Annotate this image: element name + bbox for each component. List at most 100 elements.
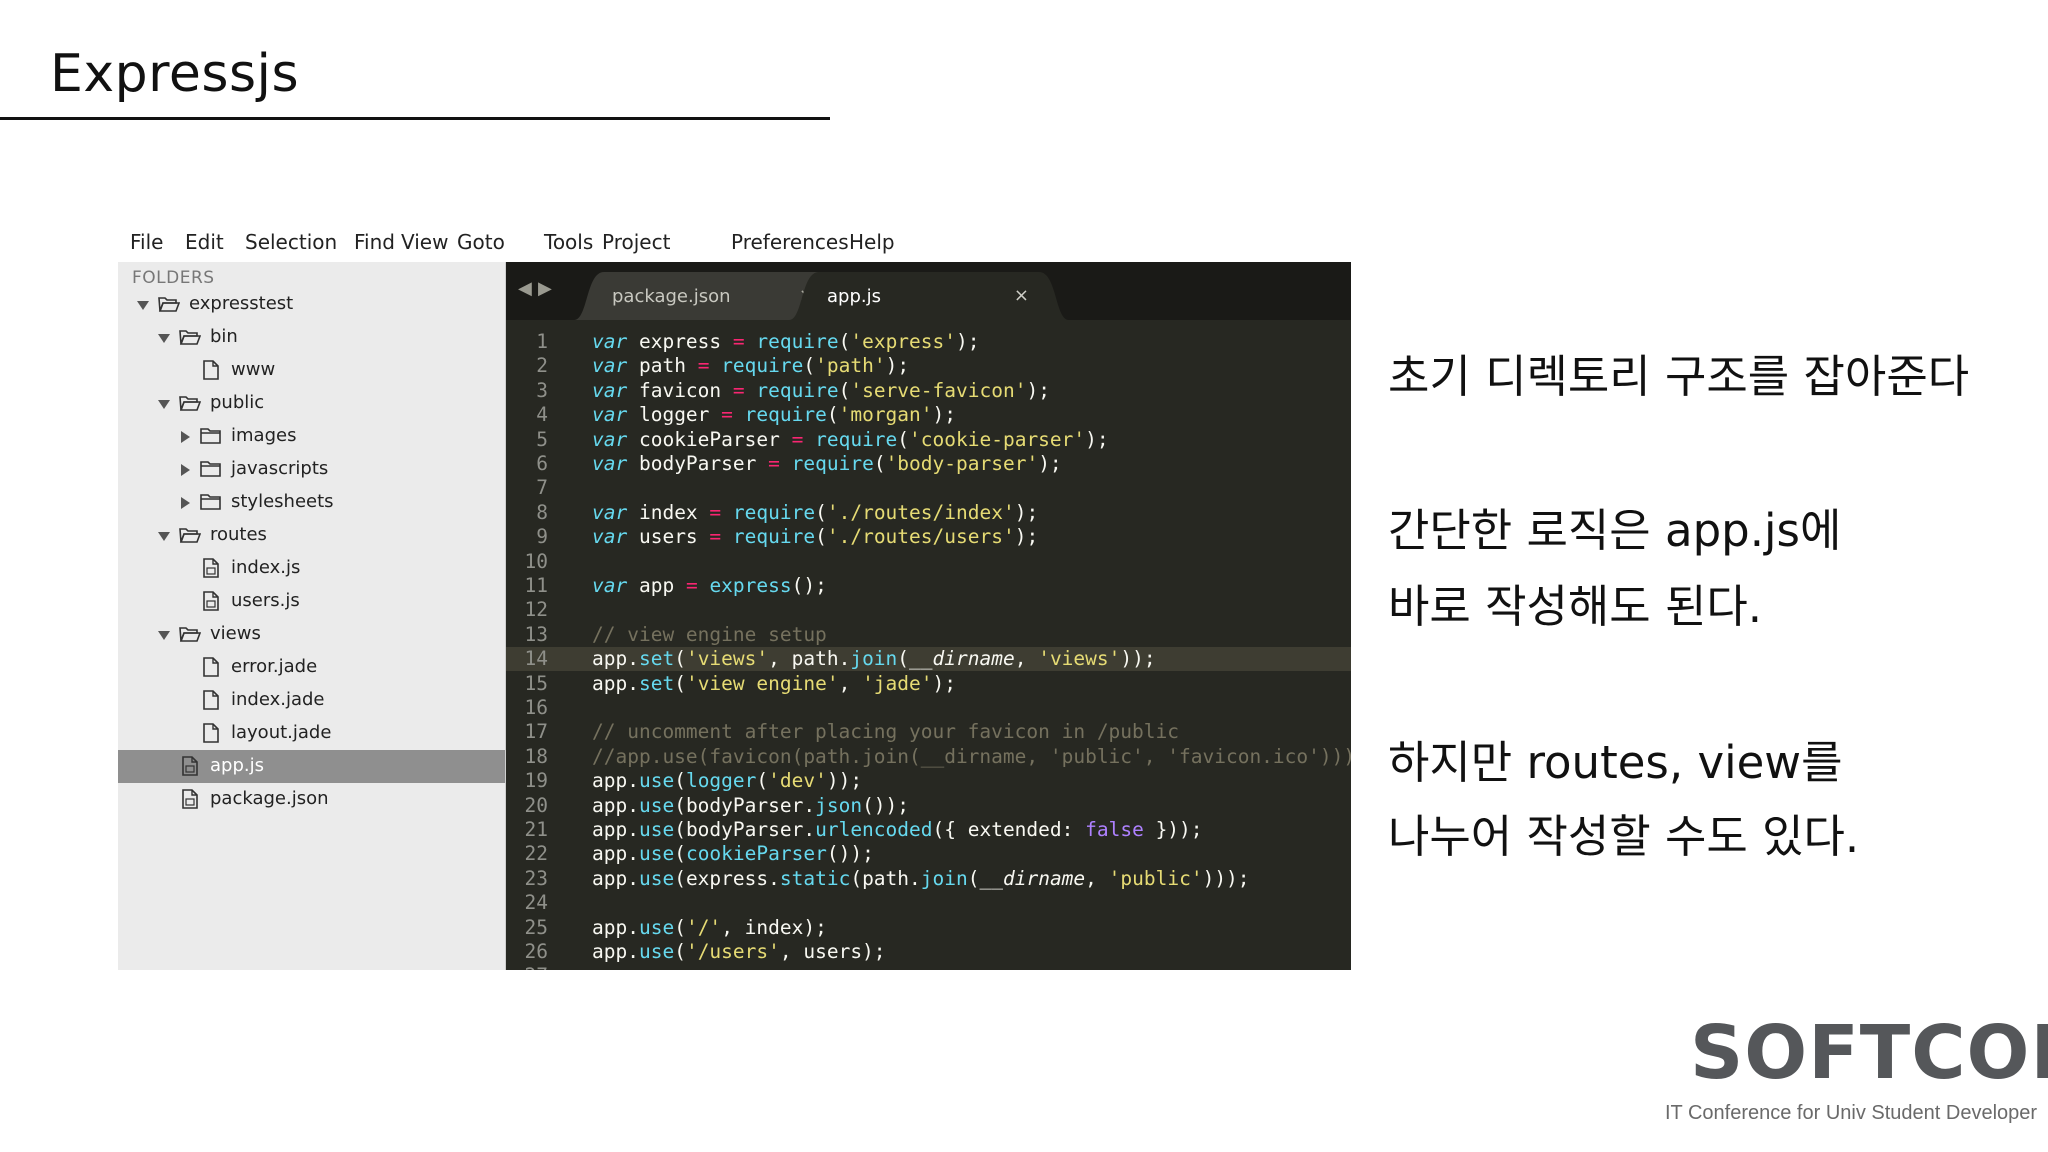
line-number: 14	[524, 647, 548, 671]
tree-item-label: error.jade	[231, 656, 318, 677]
code-line: 21 app.use(bodyParser.urlencoded({ extend…	[506, 818, 1351, 842]
code-line: 12	[506, 598, 1351, 622]
note-line-3: 바로 작성해도 된다.	[1388, 580, 1763, 633]
code-line: 22 app.use(cookieParser());	[506, 842, 1351, 866]
menu-edit[interactable]: Edit	[185, 230, 224, 254]
code-line: 6 var bodyParser = require('body-parser')…	[506, 452, 1351, 476]
folder-icon	[200, 426, 222, 446]
menu-find[interactable]: Find	[354, 230, 395, 254]
line-number: 10	[524, 549, 548, 573]
disclosure-open-icon[interactable]	[136, 296, 150, 310]
code-text: app.use(bodyParser.urlencoded({ extended…	[592, 818, 1203, 841]
line-number: 13	[524, 622, 548, 646]
tab-prev-arrow-icon[interactable]: ◀	[518, 278, 532, 299]
tree-item-app-js[interactable]: app.js	[118, 750, 505, 783]
sidebar: FOLDERS expresstest bin www public images jav…	[118, 262, 506, 970]
menu-project[interactable]: Project	[602, 230, 670, 254]
code-line: 19 app.use(logger('dev'));	[506, 769, 1351, 793]
tree-item-label: app.js	[210, 755, 264, 776]
tab-next-arrow-icon[interactable]: ▶	[538, 278, 552, 299]
code-line: 11 var app = express();	[506, 574, 1351, 598]
line-number: 12	[524, 598, 548, 622]
tree-item-bin[interactable]: bin	[118, 321, 505, 354]
menu-help[interactable]: Help	[849, 230, 895, 254]
code-editor[interactable]: 1 var express = require('express'); 2 var p…	[506, 320, 1351, 970]
code-line: 18 //app.use(favicon(path.join(__dirname,…	[506, 745, 1351, 769]
disclosure-open-icon[interactable]	[157, 329, 171, 343]
menu-view[interactable]: View	[401, 230, 448, 254]
line-number: 5	[536, 427, 548, 451]
tree-item-javascripts[interactable]: javascripts	[118, 453, 505, 486]
disclosure-closed-icon[interactable]	[178, 494, 192, 509]
tree-item-www[interactable]: www	[118, 354, 505, 387]
disclosure-closed-icon[interactable]	[178, 428, 192, 443]
code-text: var favicon = require('serve-favicon');	[592, 378, 1050, 402]
script-file-icon	[200, 591, 222, 611]
tab-close-icon[interactable]: ×	[1014, 285, 1029, 306]
code-text: var app = express();	[592, 574, 827, 597]
file-icon	[200, 690, 222, 710]
code-line: 17 // uncomment after placing your favico…	[506, 720, 1351, 744]
folder-open-icon	[179, 525, 202, 545]
menu-file[interactable]: File	[130, 230, 163, 254]
title-underline	[0, 117, 830, 120]
tree-item-label: users.js	[231, 590, 300, 611]
tree-item-label: javascripts	[231, 458, 329, 479]
disclosure-open-icon[interactable]	[157, 527, 171, 541]
tree-item-expresstest[interactable]: expresstest	[118, 288, 505, 321]
code-line: 5 var cookieParser = require('cookie-pars…	[506, 428, 1351, 452]
code-line: 25 app.use('/', index);	[506, 916, 1351, 940]
tree-item-label: stylesheets	[231, 491, 334, 512]
code-line: 7	[506, 476, 1351, 500]
code-text: var bodyParser = require('body-parser');	[592, 452, 1062, 475]
file-icon	[200, 723, 222, 743]
menu-preferences[interactable]: Preferences	[731, 230, 849, 254]
code-text: app.use('/users', users);	[592, 940, 886, 963]
tree-item-layout-jade[interactable]: layout.jade	[118, 717, 505, 750]
tree-item-stylesheets[interactable]: stylesheets	[118, 486, 505, 519]
tree-item-label: layout.jade	[231, 722, 332, 743]
tree-item-routes[interactable]: routes	[118, 519, 505, 552]
tree-item-label: public	[210, 392, 265, 413]
tree-item-public[interactable]: public	[118, 387, 505, 420]
menu-tools[interactable]: Tools	[544, 230, 593, 254]
tree-item-label: views	[210, 623, 261, 644]
disclosure-open-icon[interactable]	[157, 626, 171, 640]
code-line: 8 var index = require('./routes/index');	[506, 501, 1351, 525]
code-line: 16	[506, 696, 1351, 720]
script-file-icon	[179, 789, 201, 809]
tab-app-js[interactable]: app.js ×	[789, 272, 1069, 320]
tree-item-views[interactable]: views	[118, 618, 505, 651]
menu-goto[interactable]: Goto	[457, 230, 505, 254]
tree-item-package-json[interactable]: package.json	[118, 783, 505, 816]
tree-item-index-jade[interactable]: index.jade	[118, 684, 505, 717]
code-text: var index = require('./routes/index');	[592, 500, 1039, 524]
code-text: var users = require('./routes/users');	[592, 525, 1039, 549]
slide-title: Expressjs	[50, 44, 300, 104]
tree-item-error-jade[interactable]: error.jade	[118, 651, 505, 684]
file-icon	[200, 360, 222, 380]
code-text: var express = require('express');	[592, 330, 980, 353]
code-line: 23 app.use(express.static(path.join(__dir…	[506, 867, 1351, 891]
tree-item-index-js[interactable]: index.js	[118, 552, 505, 585]
code-line: 13 // view engine setup	[506, 623, 1351, 647]
folder-open-icon	[179, 327, 202, 347]
folder-open-icon	[179, 624, 202, 644]
disclosure-open-icon[interactable]	[157, 395, 171, 409]
note-line-4: 하지만 routes, view를	[1388, 736, 1843, 789]
line-number: 18	[524, 744, 548, 768]
tree-item-users-js[interactable]: users.js	[118, 585, 505, 618]
tree-item-label: expresstest	[189, 293, 294, 314]
line-number: 15	[524, 671, 548, 695]
tree-item-images[interactable]: images	[118, 420, 505, 453]
folder-icon	[200, 459, 222, 479]
menu-selection[interactable]: Selection	[245, 230, 337, 254]
line-number: 22	[524, 842, 548, 866]
code-line: 1 var express = require('express');	[506, 330, 1351, 354]
line-number: 19	[524, 769, 548, 793]
code-line: 2 var path = require('path');	[506, 354, 1351, 378]
code-text: app.use('/', index);	[592, 915, 827, 939]
disclosure-closed-icon[interactable]	[178, 461, 192, 476]
code-line: 20 app.use(bodyParser.json());	[506, 794, 1351, 818]
line-number: 9	[536, 525, 548, 549]
